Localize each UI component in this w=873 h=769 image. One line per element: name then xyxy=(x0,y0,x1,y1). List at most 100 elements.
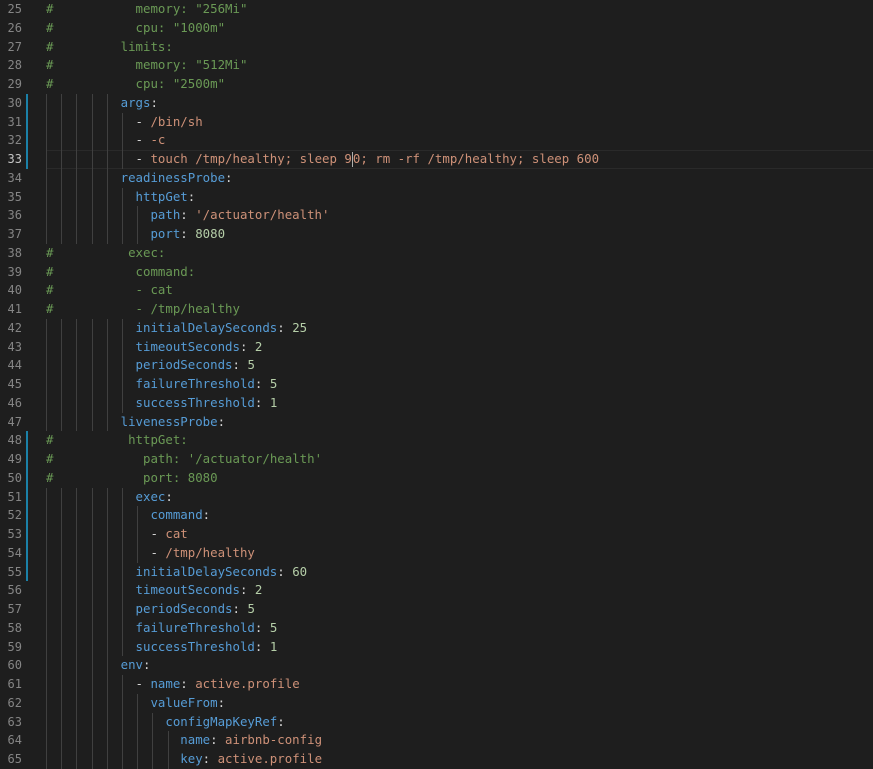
code-token: : xyxy=(254,638,270,654)
code-line[interactable]: 41 # - /tmp/healthy xyxy=(0,300,873,319)
code-token: : xyxy=(277,319,293,335)
code-token: successThreshold xyxy=(135,394,255,410)
code-line[interactable]: 34 readinessProbe: xyxy=(0,168,873,188)
code-line[interactable]: 30 args: xyxy=(0,93,873,113)
code-token: port: 8080 xyxy=(143,469,218,485)
line-number: 64 xyxy=(7,733,22,748)
comment-padding xyxy=(53,57,135,72)
code-text: command: xyxy=(46,506,210,525)
code-token: - xyxy=(135,113,151,129)
code-line[interactable]: 46 successThreshold: 1 xyxy=(0,393,873,413)
code-line[interactable]: 61 - name: active.profile xyxy=(0,675,873,694)
code-text: # path: '/actuator/health' xyxy=(46,450,322,469)
code-line[interactable]: 51 exec: xyxy=(0,487,873,507)
code-line[interactable]: 53 - cat xyxy=(0,525,873,544)
code-token: timeoutSeconds xyxy=(135,338,240,354)
code-line[interactable]: 47 livenessProbe: xyxy=(0,412,873,432)
code-token: 5 xyxy=(269,619,278,635)
code-line[interactable]: 38 # exec: xyxy=(0,244,873,263)
code-line[interactable]: 36 path: '/actuator/health' xyxy=(0,206,873,225)
code-text: - touch /tmp/healthy; sleep 90; rm -rf /… xyxy=(46,150,599,169)
git-modified-bar xyxy=(26,431,28,450)
code-token: periodSeconds xyxy=(135,357,233,373)
code-line[interactable]: 50 # port: 8080 xyxy=(0,468,873,488)
code-token: 25 xyxy=(292,319,308,335)
code-line[interactable]: 35 httpGet: xyxy=(0,187,873,207)
code-line[interactable]: 45 failureThreshold: 5 xyxy=(0,375,873,394)
code-line[interactable]: 56 timeoutSeconds: 2 xyxy=(0,581,873,600)
code-token: active.profile xyxy=(217,751,323,766)
code-line[interactable]: 59 successThreshold: 1 xyxy=(0,637,873,657)
code-token: cpu: "1000m" xyxy=(135,19,226,35)
code-token: failureThreshold xyxy=(135,376,255,391)
code-text: httpGet: xyxy=(46,188,196,207)
code-token: 5 xyxy=(247,601,255,616)
code-text: # httpGet: xyxy=(46,431,188,450)
comment-padding xyxy=(53,451,143,466)
code-line[interactable]: 57 periodSeconds: 5 xyxy=(0,600,873,619)
line-number: 65 xyxy=(7,752,22,766)
code-line[interactable]: 55 initialDelaySeconds: 60 xyxy=(0,562,873,582)
code-token: : xyxy=(180,676,196,691)
code-editor[interactable]: 25 # memory: "256Mi" 26 # cpu: "1000m" 27 # l… xyxy=(0,0,873,769)
code-text: # memory: "256Mi" xyxy=(46,0,247,19)
code-line[interactable]: 29 # cpu: "2500m" xyxy=(0,75,873,94)
comment-padding xyxy=(53,282,135,297)
code-line[interactable]: 62 valueFrom: xyxy=(0,693,873,713)
code-token: httpGet: xyxy=(128,432,188,448)
line-number: 61 xyxy=(7,677,22,691)
code-line[interactable]: 44 periodSeconds: 5 xyxy=(0,356,873,375)
code-text: port: 8080 xyxy=(46,225,225,244)
code-line[interactable]: 27 # limits: xyxy=(0,38,873,57)
code-line[interactable]: 48 # httpGet: xyxy=(0,431,873,450)
git-modified-bar xyxy=(26,131,28,150)
code-token: path xyxy=(150,207,181,223)
code-line[interactable]: 49 # path: '/actuator/health' xyxy=(0,450,873,469)
code-line[interactable]: 65 key: active.profile xyxy=(0,750,873,769)
code-token: path: '/actuator/health' xyxy=(143,451,323,466)
code-line[interactable]: 33 - touch /tmp/healthy; sleep 90; rm -r… xyxy=(0,150,873,169)
code-line[interactable]: 58 failureThreshold: 5 xyxy=(0,618,873,638)
code-line[interactable]: 64 name: airbnb-config xyxy=(0,731,873,750)
code-line[interactable]: 42 initialDelaySeconds: 25 xyxy=(0,318,873,338)
code-token: memory: "512Mi" xyxy=(135,57,248,73)
code-line[interactable]: 54 - /tmp/healthy xyxy=(0,543,873,563)
line-number: 62 xyxy=(7,695,22,710)
code-text: periodSeconds: 5 xyxy=(46,356,255,375)
code-token: : xyxy=(225,169,233,185)
git-modified-bar xyxy=(26,93,28,113)
code-line[interactable]: 32 - -c xyxy=(0,131,873,150)
code-token: name xyxy=(150,676,181,691)
code-token: timeoutSeconds xyxy=(135,582,240,598)
code-text: initialDelaySeconds: 25 xyxy=(46,319,308,338)
code-line[interactable]: 25 # memory: "256Mi" xyxy=(0,0,873,19)
code-line[interactable]: 43 timeoutSeconds: 2 xyxy=(0,337,873,357)
code-line[interactable]: 60 env: xyxy=(0,656,873,675)
code-line[interactable]: 31 - /bin/sh xyxy=(0,112,873,132)
line-number: 54 xyxy=(7,545,22,560)
line-number: 31 xyxy=(7,114,22,129)
comment-padding xyxy=(53,1,135,16)
code-token: - xyxy=(150,544,166,560)
line-number: 44 xyxy=(7,358,22,373)
line-number: 63 xyxy=(7,714,22,729)
code-line[interactable]: 40 # - cat xyxy=(0,281,873,300)
code-line[interactable]: 28 # memory: "512Mi" xyxy=(0,56,873,75)
comment-padding xyxy=(53,39,120,54)
code-text: key: active.profile xyxy=(46,750,322,769)
line-number: 27 xyxy=(7,39,22,54)
code-line[interactable]: 52 command: xyxy=(0,506,873,525)
code-line[interactable]: 63 configMapKeyRef: xyxy=(0,712,873,732)
code-line[interactable]: 26 # cpu: "1000m" xyxy=(0,19,873,38)
code-text: # cpu: "2500m" xyxy=(46,75,225,94)
code-line[interactable]: 37 port: 8080 xyxy=(0,225,873,244)
line-number: 33 xyxy=(7,152,22,166)
git-modified-bar xyxy=(26,562,28,582)
code-line[interactable]: 39 # command: xyxy=(0,263,873,282)
code-token: configMapKeyRef xyxy=(165,713,278,729)
